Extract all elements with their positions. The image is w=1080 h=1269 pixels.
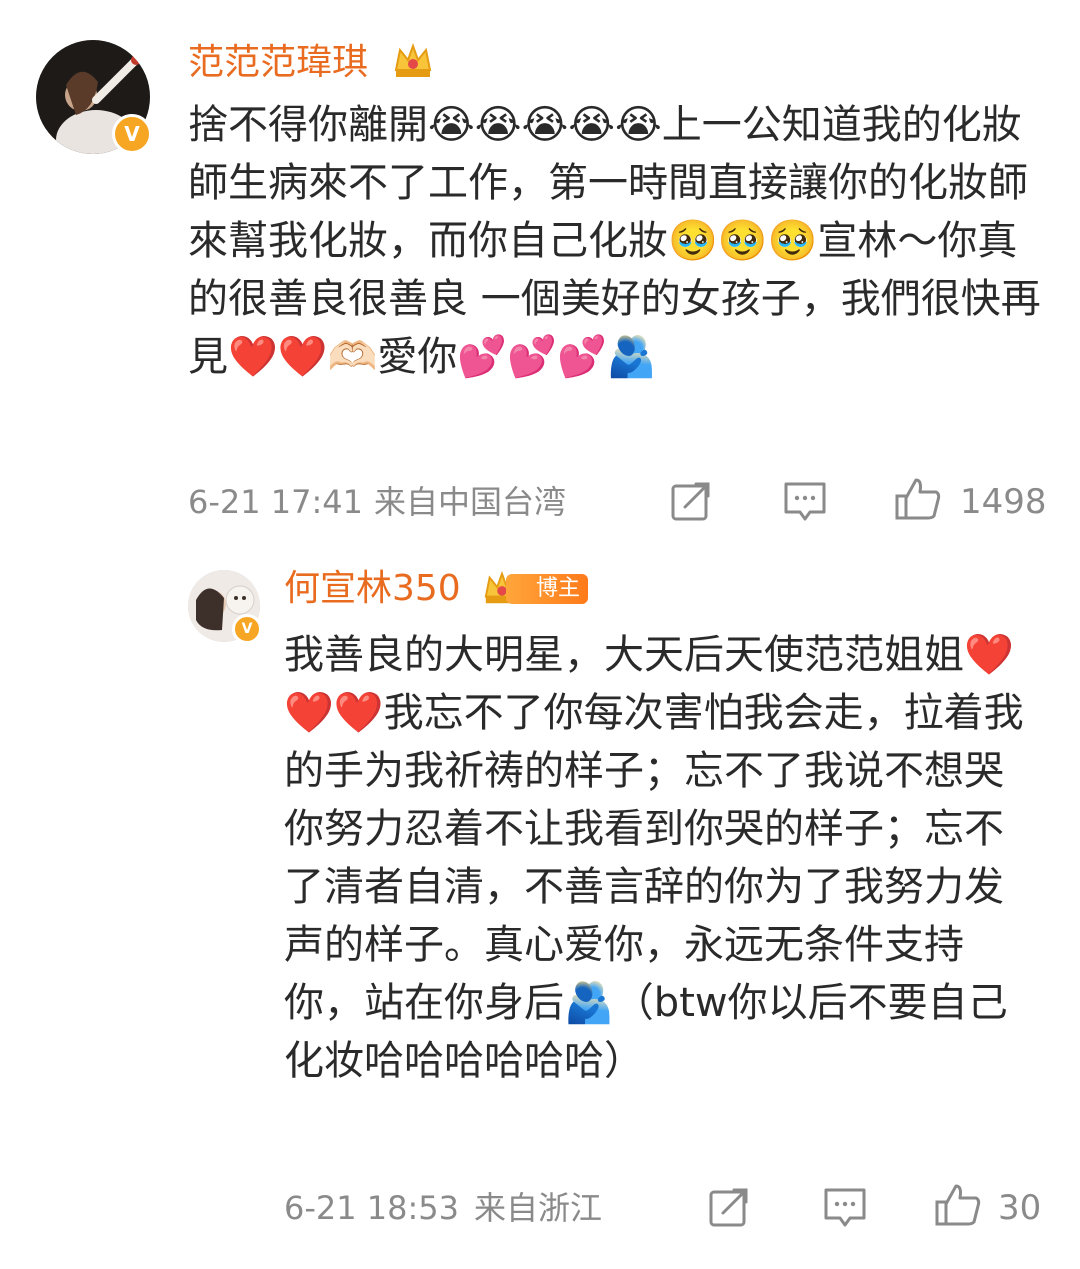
share-icon[interactable] (708, 1186, 750, 1228)
verified-badge: V (112, 114, 152, 154)
comment-text: 捨不得你離開😭😭😭😭😭上一公知道我的化妝師生病來不了工作，第一時間直接讓你的化妝… (188, 102, 1041, 380)
like-count: 1498 (960, 482, 1047, 522)
reply-text: 我善良的大明星，大天后天使范范姐姐❤️❤️❤️我忘不了你每次害怕我会走，拉着我的… (284, 632, 1024, 1084)
comment-location: 来自中国台湾 (374, 483, 567, 521)
share-icon[interactable] (670, 480, 712, 522)
verified-badge: V (232, 614, 262, 644)
comment-icon[interactable] (782, 480, 828, 524)
main-comment: V 范范范瑋琪 捨不得你離開😭😭😭😭😭上一公知道我的化妝師生病來不了工作，第一時… (0, 0, 1080, 540)
reply-comment: V 何宣林350 博主 我善良的大明星，大天后天使范范姐姐❤️❤️❤️我忘不了你… (0, 540, 1080, 1269)
username[interactable]: 范范范瑋琪 (188, 40, 368, 86)
reply-location: 来自浙江 (474, 1189, 603, 1227)
like-count: 30 (998, 1188, 1042, 1228)
comment-icon[interactable] (822, 1186, 868, 1230)
comment-time: 6-21 17:41 (188, 483, 364, 521)
thumbs-up-icon[interactable] (934, 1182, 982, 1228)
reply-username[interactable]: 何宣林350 (284, 566, 461, 612)
thumbs-up-icon[interactable] (894, 476, 942, 522)
reply-time: 6-21 18:53 (284, 1189, 460, 1227)
author-tag: 博主 (506, 574, 589, 604)
crown-icon (394, 43, 432, 77)
